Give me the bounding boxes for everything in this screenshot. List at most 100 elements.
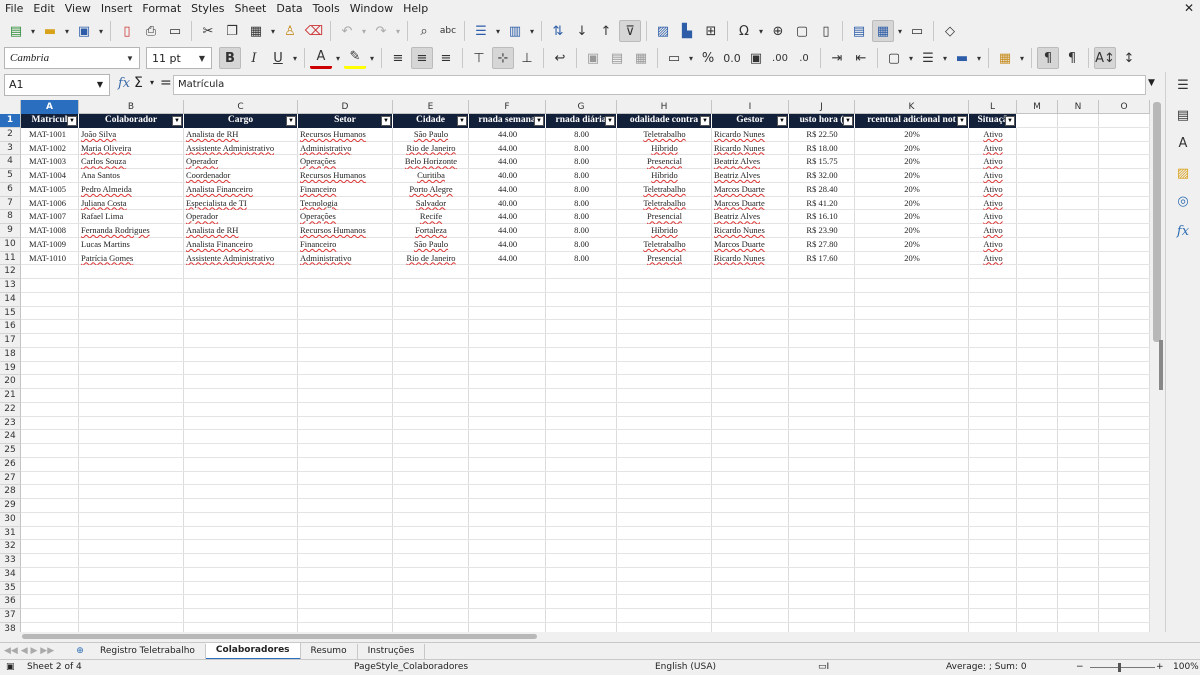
font-name-combo[interactable]: Cambria ▼ (4, 47, 140, 69)
right-to-left-icon[interactable]: ¶ (1061, 47, 1083, 69)
table-cell[interactable]: 8.00 (546, 128, 617, 142)
row-header[interactable]: 36 (0, 595, 21, 609)
table-cell[interactable]: R$ 41.20 (789, 197, 855, 211)
row-header[interactable]: 6 (0, 182, 21, 197)
table-header-cell[interactable]: Cidade ▼ (393, 114, 469, 128)
zoom-slider[interactable] (1090, 667, 1155, 668)
table-cell[interactable]: Fortaleza (393, 224, 469, 238)
freeze-dropdown-icon[interactable]: ▾ (895, 20, 905, 42)
redo-dropdown-icon[interactable]: ▾ (393, 20, 403, 42)
autofilter-dropdown-icon[interactable]: ▼ (67, 116, 77, 126)
border-style-dropdown-icon[interactable]: ▾ (940, 47, 950, 69)
menu-help[interactable]: Help (398, 0, 433, 17)
row-header[interactable]: 23 (0, 416, 21, 431)
table-cell[interactable]: 44.00 (469, 252, 546, 266)
column-header-l[interactable]: L (969, 100, 1017, 114)
table-cell[interactable]: Tecnologia (298, 197, 393, 211)
table-cell[interactable]: 44.00 (469, 183, 546, 197)
table-cell[interactable]: Ricardo Nunes (712, 252, 789, 266)
spreadsheet-grid[interactable]: ABCDEFGHIJKLMNO 1 2 3 4 5 6 7 8 9 10 11 12 13 14 15 16 1… (0, 100, 1150, 632)
column-header-a[interactable]: A (21, 100, 79, 114)
table-cell[interactable]: MAT-1007 (21, 210, 79, 224)
row-header[interactable]: 8 (0, 210, 21, 224)
menu-window[interactable]: Window (345, 0, 398, 17)
table-cell[interactable]: Recursos Humanos (298, 224, 393, 238)
table-cell[interactable]: Híbrido (617, 169, 712, 183)
zoom-slider-knob[interactable] (1118, 663, 1121, 672)
table-cell[interactable]: 8.00 (546, 142, 617, 156)
table-cell[interactable]: Teletrabalho (617, 238, 712, 252)
gallery-icon[interactable]: ▨ (1174, 164, 1192, 182)
headers-footers-icon[interactable]: ▯ (815, 20, 837, 42)
table-cell[interactable]: Beatriz Alves (712, 155, 789, 169)
row-header[interactable]: 17 (0, 334, 21, 348)
autofilter-dropdown-icon[interactable]: ▼ (534, 116, 544, 126)
column-header-h[interactable]: H (617, 100, 712, 114)
align-center-icon[interactable]: ≡ (411, 47, 433, 69)
table-header-cell[interactable]: Gestor ▼ (712, 114, 789, 128)
table-cell[interactable]: Ana Santos (79, 169, 184, 183)
column-icon[interactable]: ▥ (504, 20, 526, 42)
row-header[interactable]: 24 (0, 430, 21, 444)
show-draw-functions-icon[interactable]: ◇ (939, 20, 961, 42)
table-cell[interactable]: 20% (855, 183, 969, 197)
row-header[interactable]: 19 (0, 361, 21, 376)
functions-icon[interactable]: fx (1174, 222, 1192, 240)
chevron-down-icon[interactable]: ▼ (121, 48, 139, 68)
row-header[interactable]: 31 (0, 526, 21, 541)
add-sheet-icon[interactable]: ⊕ (70, 646, 90, 656)
row-header[interactable]: 20 (0, 375, 21, 389)
new-document-icon[interactable]: ▤ (5, 20, 27, 42)
table-cell[interactable]: Recursos Humanos (298, 128, 393, 142)
row-header[interactable]: 34 (0, 567, 21, 582)
table-cell[interactable]: 20% (855, 238, 969, 252)
page-style[interactable]: PageStyle_Colaboradores (354, 660, 468, 675)
autofilter-dropdown-icon[interactable]: ▼ (172, 116, 182, 126)
clone-formatting-icon[interactable]: ♙ (279, 20, 301, 42)
table-cell[interactable]: Rio de Janeiro (393, 142, 469, 156)
zoom-in-icon[interactable]: + (1156, 660, 1164, 675)
table-cell[interactable]: Analista Financeiro (184, 238, 298, 252)
horizontal-scroll-thumb[interactable] (22, 634, 537, 639)
border-style-icon[interactable]: ☰ (917, 47, 939, 69)
table-cell[interactable]: 8.00 (546, 197, 617, 211)
align-bottom-icon[interactable]: ⊥ (516, 47, 538, 69)
row-header[interactable]: 13 (0, 279, 21, 293)
autofilter-dropdown-icon[interactable]: ▼ (957, 116, 967, 126)
table-cell[interactable]: Rafael Lima (79, 210, 184, 224)
properties-icon[interactable]: ▤ (1174, 106, 1192, 124)
row-header[interactable]: 14 (0, 292, 21, 307)
table-cell[interactable]: R$ 16.10 (789, 210, 855, 224)
hyperlink-icon[interactable]: ⊕ (767, 20, 789, 42)
table-cell[interactable]: MAT-1001 (21, 128, 79, 142)
autofilter-dropdown-icon[interactable]: ▼ (605, 116, 615, 126)
align-left-icon[interactable]: ≡ (387, 47, 409, 69)
table-cell[interactable]: Analista Financeiro (184, 183, 298, 197)
align-right-icon[interactable]: ≡ (435, 47, 457, 69)
table-cell[interactable]: Recife (393, 210, 469, 224)
menu-edit[interactable]: Edit (28, 0, 59, 17)
sort-ascending-icon[interactable]: ↓ (571, 20, 593, 42)
font-size-combo[interactable]: 11 pt ▼ (146, 47, 212, 69)
paste-icon[interactable]: ▦ (245, 20, 267, 42)
selection-stats[interactable]: Average: ; Sum: 0 (946, 660, 1027, 675)
table-cell[interactable]: Beatriz Alves (712, 169, 789, 183)
row-header[interactable]: 28 (0, 485, 21, 499)
horizontal-scrollbar[interactable] (0, 632, 1150, 642)
column-header-g[interactable]: G (546, 100, 617, 114)
text-direction-vertical-icon[interactable]: ↕ (1118, 47, 1140, 69)
spelling-icon[interactable]: abc (437, 20, 459, 42)
find-replace-icon[interactable]: ⌕ (413, 20, 435, 42)
row-header[interactable]: 7 (0, 196, 21, 211)
expand-formula-bar-icon[interactable]: ▼ (1148, 78, 1155, 88)
name-box[interactable]: A1 ▼ (4, 74, 110, 96)
row-header[interactable]: 16 (0, 320, 21, 334)
table-cell[interactable]: Financeiro (298, 183, 393, 197)
menu-file[interactable]: File (0, 0, 28, 17)
table-cell[interactable]: João Silva (79, 128, 184, 142)
highlight-color-icon[interactable]: ✎ (344, 47, 366, 69)
table-cell[interactable]: Assistente Administrativo (184, 252, 298, 266)
table-cell[interactable]: Patrícia Gomes (79, 252, 184, 266)
row-header[interactable]: 22 (0, 402, 21, 417)
merge-center-icon[interactable]: ▣ (582, 47, 604, 69)
